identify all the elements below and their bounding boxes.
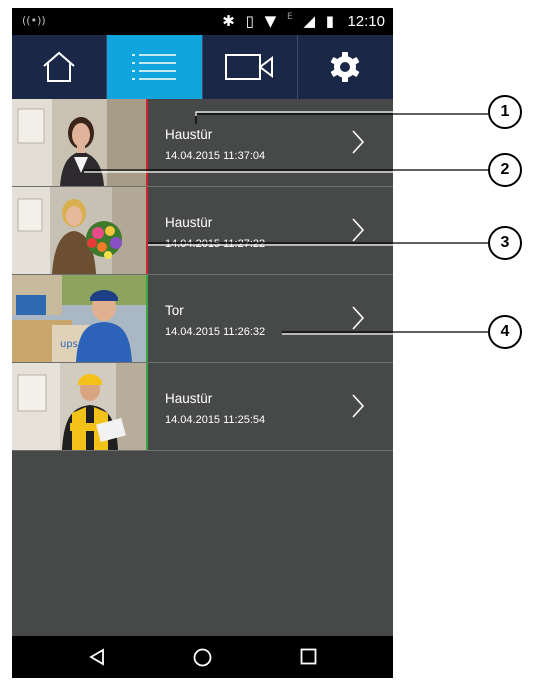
callout-2: 2: [488, 153, 522, 187]
callout-leader-lines: [84, 111, 488, 335]
callout-3: 3: [488, 226, 522, 260]
callout-4: 4: [488, 315, 522, 349]
callout-1: 1: [488, 95, 522, 129]
